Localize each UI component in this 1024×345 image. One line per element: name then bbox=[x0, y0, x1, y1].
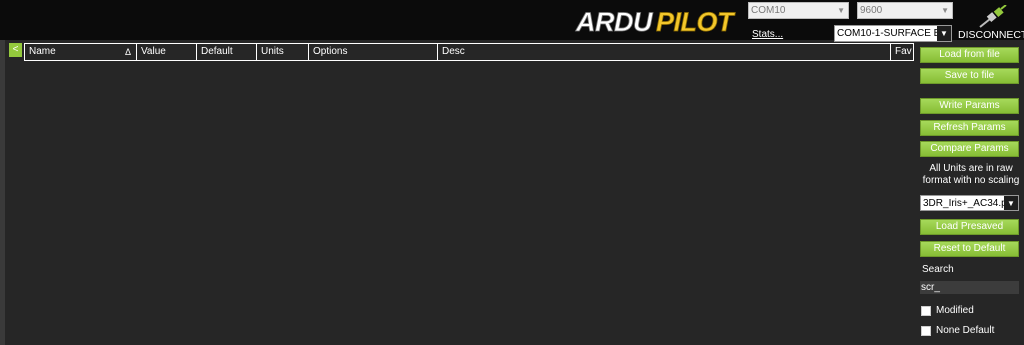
disconnect-plug-icon[interactable] bbox=[978, 5, 1008, 29]
search-label: Search bbox=[922, 264, 954, 275]
none-default-label: None Default bbox=[936, 325, 995, 336]
column-header-units[interactable]: Units bbox=[256, 44, 308, 60]
column-label: Name bbox=[29, 46, 56, 57]
column-header-options[interactable]: Options bbox=[308, 44, 437, 60]
compare-params-button[interactable]: Compare Params bbox=[920, 141, 1019, 157]
connection-value: COM10-1-SURFACE BOAT bbox=[837, 28, 952, 39]
column-header-name[interactable]: Name Δ bbox=[24, 44, 136, 60]
top-bar: ARDU PILOT COM10 ▼ 9600 ▼ Stats... COM10… bbox=[0, 0, 1024, 42]
port-select[interactable]: COM10 ▼ bbox=[748, 2, 849, 19]
connection-select[interactable]: COM10-1-SURFACE BOAT ▼ bbox=[834, 25, 952, 42]
chevron-down-icon: ▼ bbox=[941, 6, 949, 15]
reset-to-default-button[interactable]: Reset to Default bbox=[920, 241, 1019, 257]
left-scroll-strip bbox=[0, 40, 5, 345]
column-header-default[interactable]: Default bbox=[196, 44, 256, 60]
port-value: COM10 bbox=[751, 5, 786, 16]
modified-label: Modified bbox=[936, 305, 974, 316]
ardupilot-logo: ARDU PILOT bbox=[575, 7, 737, 37]
svg-text:PILOT: PILOT bbox=[656, 7, 736, 37]
modified-checkbox[interactable] bbox=[921, 306, 931, 316]
chevron-down-icon: ▼ bbox=[937, 26, 951, 41]
save-to-file-button[interactable]: Save to file bbox=[920, 68, 1019, 84]
chevron-down-icon: ▼ bbox=[1004, 196, 1018, 210]
disconnect-label[interactable]: DISCONNECT bbox=[958, 29, 1024, 41]
none-default-checkbox[interactable] bbox=[921, 326, 931, 336]
baud-value: 9600 bbox=[860, 5, 883, 16]
grid-header: Name Δ Value Default Units Options Desc … bbox=[24, 43, 914, 61]
stats-link[interactable]: Stats... bbox=[752, 29, 783, 40]
write-params-button[interactable]: Write Params bbox=[920, 98, 1019, 114]
refresh-params-button[interactable]: Refresh Params bbox=[920, 120, 1019, 136]
load-from-file-button[interactable]: Load from file bbox=[920, 47, 1019, 63]
baud-select[interactable]: 9600 ▼ bbox=[857, 2, 953, 19]
svg-text:ARDU: ARDU bbox=[575, 7, 654, 37]
chevron-down-icon: ▼ bbox=[837, 6, 845, 15]
units-note: All Units are in raw format with no scal… bbox=[922, 163, 1020, 186]
collapse-button[interactable]: < bbox=[9, 43, 22, 57]
presaved-file-select[interactable]: 3DR_Iris+_AC34.param ▼ bbox=[920, 195, 1019, 211]
search-input[interactable] bbox=[920, 281, 1019, 294]
column-header-value[interactable]: Value bbox=[136, 44, 196, 60]
sort-ascending-icon: Δ bbox=[124, 47, 131, 57]
load-presaved-button[interactable]: Load Presaved bbox=[920, 219, 1019, 235]
column-header-fav[interactable]: Fav bbox=[890, 44, 914, 60]
parameter-grid[interactable]: Name Δ Value Default Units Options Desc … bbox=[24, 43, 914, 345]
column-header-desc[interactable]: Desc bbox=[437, 44, 890, 60]
